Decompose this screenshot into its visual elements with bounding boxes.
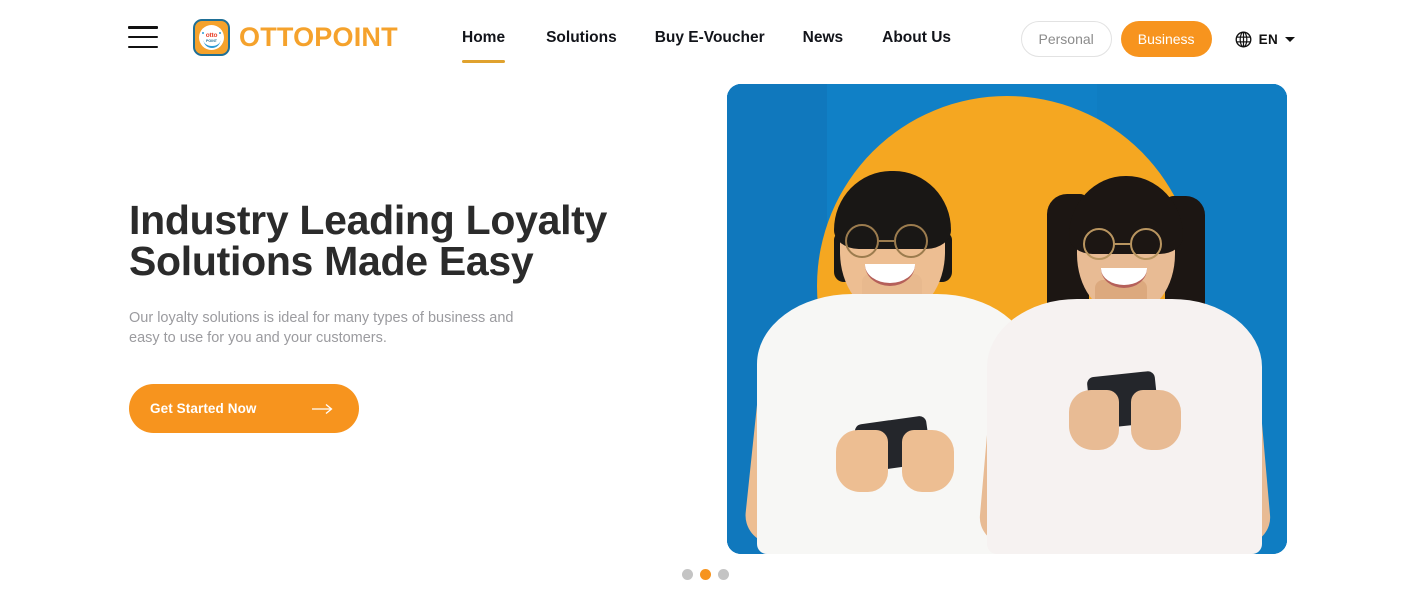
get-started-label: Get Started Now — [150, 401, 257, 417]
hero-image — [727, 84, 1287, 554]
logo-disc: otto POINT — [199, 25, 224, 50]
hamburger-bar-3 — [128, 45, 158, 48]
carousel-dot-3[interactable] — [718, 569, 729, 580]
nav-item-home-label: Home — [462, 29, 506, 46]
chevron-down-icon — [1285, 36, 1295, 42]
man-glasses-right-lens — [894, 224, 928, 258]
language-label: EN — [1258, 31, 1278, 47]
site-header: otto POINT OTTOPOINT Home Solutions Buy … — [0, 0, 1417, 80]
brand-wordmark: OTTOPOINT — [239, 22, 398, 52]
nav-item-solutions[interactable]: Solutions — [546, 29, 617, 47]
business-toggle-button[interactable]: Business — [1120, 21, 1212, 57]
arrow-right-icon — [312, 403, 333, 414]
woman-glasses-right-lens — [1130, 228, 1162, 260]
man-glasses-left-lens — [845, 224, 879, 258]
logo-smile-icon — [203, 40, 220, 48]
hamburger-bar-1 — [128, 26, 158, 29]
carousel-dots — [682, 569, 729, 580]
hero-person-right — [977, 134, 1277, 554]
hero-subtitle: Our loyalty solutions is ideal for many … — [129, 310, 514, 346]
brand-logo[interactable]: otto POINT OTTOPOINT — [193, 19, 398, 56]
globe-icon — [1235, 31, 1252, 47]
man-hand-left — [836, 430, 888, 492]
carousel-dot-2[interactable] — [700, 569, 711, 580]
woman-shirt — [987, 299, 1262, 554]
nav-item-buy-e-voucher[interactable]: Buy E-Voucher — [655, 29, 765, 47]
nav-item-home[interactable]: Home — [462, 29, 506, 63]
header-actions: Personal Business EN — [1020, 21, 1295, 57]
hamburger-bar-2 — [128, 35, 158, 39]
man-glasses-bridge — [879, 239, 894, 242]
main-navigation: Home Solutions Buy E-Voucher News About … — [462, 29, 951, 63]
man-hand-right — [902, 430, 954, 492]
woman-hand-right — [1131, 390, 1181, 450]
hero-content: Industry Leading Loyalty Solutions Made … — [129, 197, 689, 434]
hamburger-menu-icon[interactable] — [128, 26, 158, 48]
logo-eye-right — [218, 32, 221, 35]
logo-eye-left — [202, 32, 205, 35]
get-started-button[interactable]: Get Started Now — [129, 384, 359, 434]
woman-glasses-left-lens — [1083, 228, 1115, 260]
woman-glasses-bridge — [1115, 242, 1130, 245]
hero-title: Industry Leading Loyalty Solutions Made … — [129, 197, 608, 284]
language-selector[interactable]: EN — [1234, 30, 1295, 49]
nav-active-underline — [462, 60, 505, 63]
personal-toggle-button[interactable]: Personal — [1020, 21, 1112, 57]
nav-item-news[interactable]: News — [803, 29, 844, 47]
nav-item-about-us[interactable]: About Us — [882, 29, 951, 47]
page-root: otto POINT OTTOPOINT Home Solutions Buy … — [0, 0, 1417, 609]
woman-hand-left — [1069, 390, 1119, 450]
logo-mark-icon: otto POINT — [193, 19, 230, 56]
carousel-dot-1[interactable] — [682, 569, 693, 580]
